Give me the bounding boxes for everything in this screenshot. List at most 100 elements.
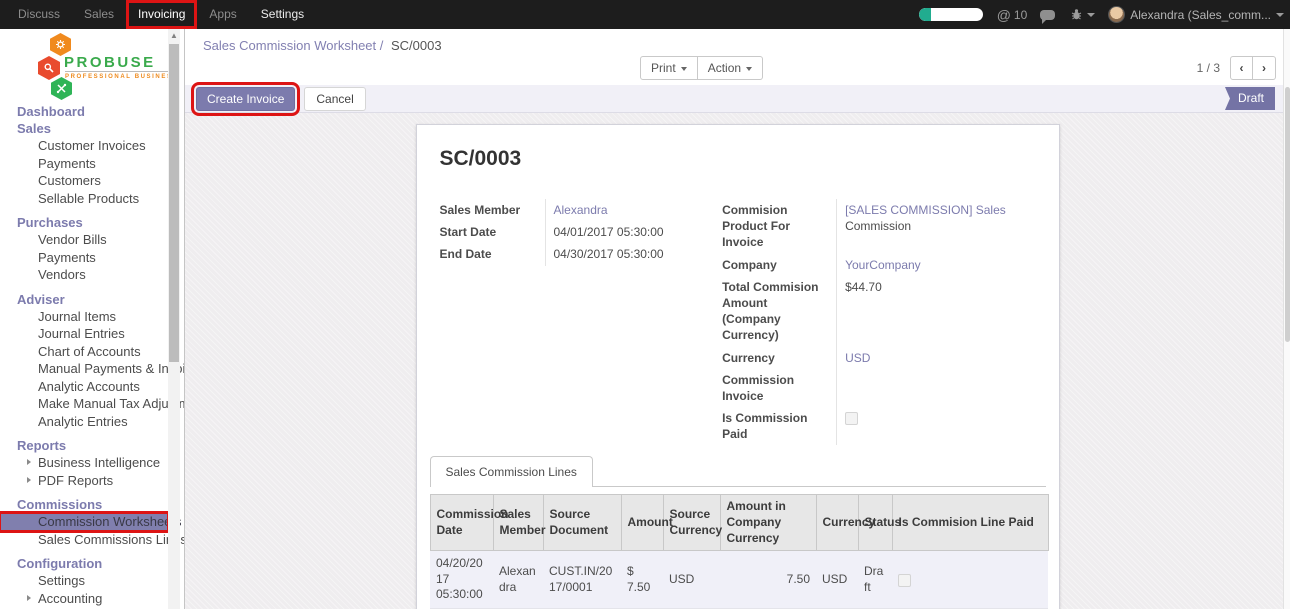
col-is-commission-line-paid[interactable]: Is Commision Line Paid <box>892 495 1048 551</box>
sidebar-item-business-intelligence[interactable]: Business Intelligence <box>0 454 168 472</box>
nav-apps[interactable]: Apps <box>197 0 248 29</box>
sidebar-item-label: Chart of Accounts <box>38 344 141 359</box>
action-button[interactable]: Action <box>698 56 763 80</box>
mentions-counter[interactable]: @ 10 <box>997 7 1028 23</box>
status-cell[interactable]: Draft <box>858 551 892 609</box>
line-paid-cell <box>892 551 1048 609</box>
user-menu[interactable]: Alexandra (Sales_comm... <box>1108 6 1284 23</box>
sidebar-item-sales-commissions-lines[interactable]: Sales Commissions Lines <box>0 531 168 549</box>
field-label: Start Date <box>440 221 545 243</box>
col-commission-date[interactable]: Commission Date <box>430 495 493 551</box>
sidebar-item-analytic-accounts[interactable]: Analytic Accounts <box>0 378 168 396</box>
field-company: Company YourCompany <box>722 254 1035 276</box>
sidebar-item-manual-payments-invoice[interactable]: Manual Payments & Invoice... <box>0 360 168 378</box>
field-commission-product: Commision Product For Invoice [SALES COM… <box>722 199 1035 254</box>
sidebar-item-label: Make Manual Tax Adjustme... <box>38 396 185 411</box>
sidebar-item-make-manual-tax-adjustme[interactable]: Make Manual Tax Adjustme... <box>0 395 168 413</box>
is-commission-paid-checkbox[interactable] <box>845 412 858 425</box>
col-amount[interactable]: Amount <box>621 495 663 551</box>
sidebar-item-label: Journal Entries <box>38 326 125 341</box>
sidebar-item-payments[interactable]: Payments <box>0 155 168 173</box>
nav-settings[interactable]: Settings <box>249 0 316 29</box>
cancel-button[interactable]: Cancel <box>304 87 365 111</box>
scrollbar-thumb[interactable] <box>1285 87 1290 342</box>
company-link[interactable]: YourCompany <box>845 258 921 272</box>
form-sheet: SC/0003 Sales Member Alexandra Start Dat… <box>416 124 1060 609</box>
debug-menu[interactable] <box>1070 8 1095 21</box>
form-statusbar: Create Invoice Cancel Draft <box>185 85 1290 113</box>
record-title: SC/0003 <box>440 147 1036 171</box>
sidebar-item-journal-items[interactable]: Journal Items <box>0 308 168 326</box>
source-document-cell[interactable]: CUST.IN/2017/0001 <box>543 551 621 609</box>
pager-previous-button[interactable]: ‹ <box>1230 56 1253 80</box>
sidebar-section-adviser[interactable]: Adviser <box>0 291 168 308</box>
sidebar-item-label: Analytic Entries <box>38 414 128 429</box>
sidebar-item-customer-invoices[interactable]: Customer Invoices <box>0 137 168 155</box>
commission-product-link[interactable]: [SALES COMMISSION] Sales <box>845 203 1006 217</box>
sidebar-menu: DashboardSalesCustomer InvoicesPaymentsC… <box>0 103 168 609</box>
nav-invoicing[interactable]: Invoicing <box>126 0 197 29</box>
nav-discuss[interactable]: Discuss <box>6 0 72 29</box>
col-currency[interactable]: Currency <box>816 495 858 551</box>
tab-sales-commission-lines[interactable]: Sales Commission Lines <box>430 456 593 487</box>
app-menu: Discuss Sales Invoicing Apps Settings <box>0 0 316 29</box>
sidebar-section-sales[interactable]: Sales <box>0 120 168 137</box>
nav-sales[interactable]: Sales <box>72 0 126 29</box>
sales-member-cell[interactable]: Alexandra <box>493 551 543 609</box>
sidebar-item-customers[interactable]: Customers <box>0 172 168 190</box>
sidebar-item-sellable-products[interactable]: Sellable Products <box>0 190 168 208</box>
scrollbar-thumb[interactable] <box>169 44 179 362</box>
commission-line-row[interactable]: 04/20/2017 05:30:00AlexandraCUST.IN/2017… <box>430 551 1048 609</box>
brand-tagline: PROFESSIONAL BUSINESS <box>65 71 178 80</box>
currency-link[interactable]: USD <box>845 351 870 365</box>
field-currency: Currency USD <box>722 347 1035 369</box>
sidebar-item-journal-entries[interactable]: Journal Entries <box>0 325 168 343</box>
col-source-currency[interactable]: Source Currency <box>663 495 720 551</box>
commission-date-cell[interactable]: 04/20/2017 05:30:00 <box>430 551 493 609</box>
print-button[interactable]: Print <box>640 56 698 80</box>
sidebar-scrollbar[interactable]: ▲ <box>168 29 180 609</box>
create-invoice-button[interactable]: Create Invoice <box>196 87 295 111</box>
sidebar-item-commission-worksheets[interactable]: Commission Worksheets <box>0 513 168 531</box>
sidebar-item-pdf-reports[interactable]: PDF Reports <box>0 472 168 490</box>
sidebar-item-analytic-entries[interactable]: Analytic Entries <box>0 413 168 431</box>
sidebar-item-payments[interactable]: Payments <box>0 249 168 267</box>
status-badge-draft[interactable]: Draft <box>1225 87 1275 110</box>
breadcrumb-parent[interactable]: Sales Commission Worksheet / <box>203 38 383 53</box>
pager-next-button[interactable]: › <box>1253 56 1276 80</box>
sidebar-section-commissions[interactable]: Commissions <box>0 496 168 513</box>
sidebar-item-label: Sales Commissions Lines <box>38 532 185 547</box>
chevron-down-icon <box>681 67 687 71</box>
amount-cell[interactable]: $ 7.50 <box>621 551 663 609</box>
sidebar-section-dashboard[interactable]: Dashboard <box>0 103 168 120</box>
line-paid-checkbox[interactable] <box>898 574 911 587</box>
sidebar-item-label: Journal Items <box>38 309 116 324</box>
amount-company-cell[interactable]: 7.50 <box>720 551 816 609</box>
gear-icon <box>50 33 71 56</box>
sidebar-item-accounting[interactable]: Accounting <box>0 590 168 608</box>
sidebar-item-chart-of-accounts[interactable]: Chart of Accounts <box>0 343 168 361</box>
scroll-up-arrow-icon[interactable]: ▲ <box>168 29 180 43</box>
sidebar-item-vendors[interactable]: Vendors <box>0 266 168 284</box>
sidebar-section-configuration[interactable]: Configuration <box>0 555 168 572</box>
brand-name: PROBUSE <box>64 54 156 71</box>
sidebar-section-purchases[interactable]: Purchases <box>0 214 168 231</box>
col-source-document[interactable]: Source Document <box>543 495 621 551</box>
source-currency-cell[interactable]: USD <box>663 551 720 609</box>
sidebar-section-reports[interactable]: Reports <box>0 437 168 454</box>
currency-cell[interactable]: USD <box>816 551 858 609</box>
sidebar-item-label: Settings <box>38 573 85 588</box>
messages-icon[interactable] <box>1040 10 1055 20</box>
main-scrollbar[interactable] <box>1283 29 1290 609</box>
start-date-value: 04/01/2017 05:30:00 <box>545 221 700 243</box>
expand-arrow-icon <box>27 459 31 465</box>
col-sales-member[interactable]: Sales Member <box>493 495 543 551</box>
probuse-logo: PROBUSE PROFESSIONAL BUSINESS <box>0 29 184 101</box>
commission-invoice-value <box>836 369 1035 407</box>
sidebar-item-settings[interactable]: Settings <box>0 572 168 590</box>
col-amount-company-currency[interactable]: Amount in Company Currency <box>720 495 816 551</box>
avatar <box>1108 6 1125 23</box>
sales-member-link[interactable]: Alexandra <box>554 203 608 217</box>
sidebar-item-vendor-bills[interactable]: Vendor Bills <box>0 231 168 249</box>
field-label: End Date <box>440 243 545 265</box>
